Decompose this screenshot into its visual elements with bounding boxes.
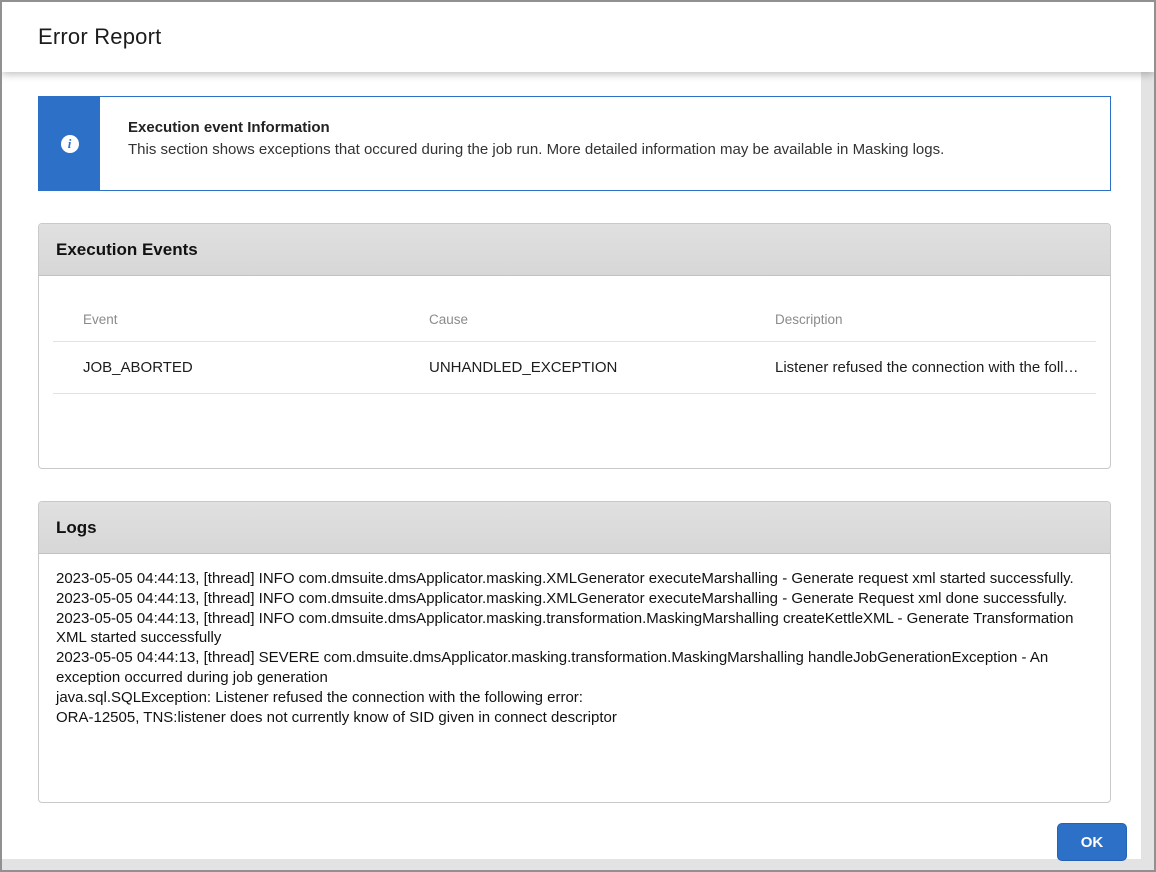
execution-events-table: Event Cause Description JOB_ABORTED UNHA…: [53, 290, 1096, 394]
logs-panel: Logs 2023-05-05 04:44:13, [thread] INFO …: [38, 501, 1111, 803]
info-banner: Execution event Information This section…: [38, 96, 1111, 191]
log-line: 2023-05-05 04:44:13, [thread] INFO com.d…: [56, 609, 1093, 649]
dialog-header: Error Report: [2, 2, 1154, 72]
execution-events-panel-header: Execution Events: [39, 224, 1110, 276]
table-row: JOB_ABORTED UNHANDLED_EXCEPTION Listener…: [53, 342, 1096, 394]
logs-panel-title: Logs: [56, 518, 97, 538]
dialog-footer: OK: [38, 823, 1127, 861]
log-line: 2023-05-05 04:44:13, [thread] INFO com.d…: [56, 589, 1093, 609]
info-icon-block: [39, 97, 100, 190]
column-header-event: Event: [53, 290, 399, 342]
info-icon: [61, 135, 79, 153]
execution-events-panel: Execution Events Event Cause Description…: [38, 223, 1111, 469]
error-report-dialog: Error Report Execution event Information…: [0, 0, 1156, 872]
info-text: Execution event Information This section…: [100, 97, 964, 190]
column-header-cause: Cause: [399, 290, 745, 342]
execution-events-panel-body: Event Cause Description JOB_ABORTED UNHA…: [39, 276, 1110, 468]
logs-content[interactable]: 2023-05-05 04:44:13, [thread] INFO com.d…: [39, 554, 1110, 802]
info-banner-description: This section shows exceptions that occur…: [128, 141, 944, 158]
execution-events-panel-title: Execution Events: [56, 240, 198, 260]
dialog-body: Execution event Information This section…: [2, 72, 1154, 861]
description-cell: Listener refused the connection with the…: [745, 342, 1096, 394]
log-line: java.sql.SQLException: Listener refused …: [56, 688, 1093, 708]
log-line: 2023-05-05 04:44:13, [thread] SEVERE com…: [56, 648, 1093, 688]
event-cell: JOB_ABORTED: [53, 342, 399, 394]
log-line: ORA-12505, TNS:listener does not current…: [56, 708, 1093, 728]
info-banner-title: Execution event Information: [128, 119, 944, 136]
cause-cell: UNHANDLED_EXCEPTION: [399, 342, 745, 394]
column-header-description: Description: [745, 290, 1096, 342]
ok-button[interactable]: OK: [1057, 823, 1127, 861]
logs-panel-header: Logs: [39, 502, 1110, 554]
log-line: 2023-05-05 04:44:13, [thread] INFO com.d…: [56, 569, 1093, 589]
dialog-title: Error Report: [38, 24, 161, 50]
table-header-row: Event Cause Description: [53, 290, 1096, 342]
